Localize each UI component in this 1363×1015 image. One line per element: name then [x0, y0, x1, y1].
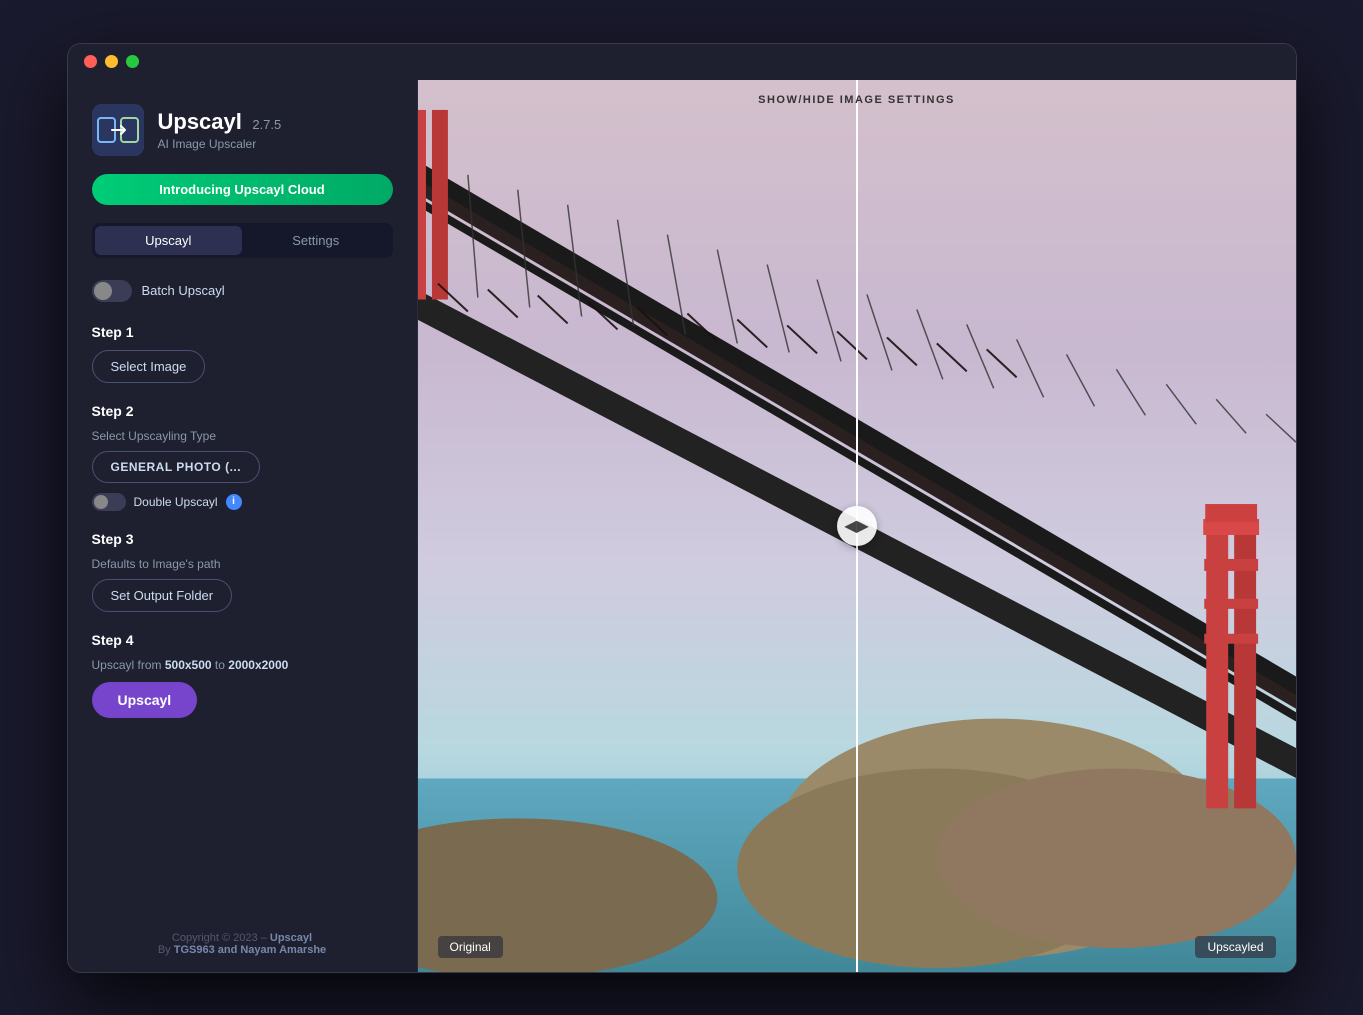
batch-upscayl-toggle[interactable] — [92, 280, 132, 302]
image-compare-container: ◀▶ Original Upscayled — [418, 80, 1296, 972]
traffic-lights — [84, 55, 139, 68]
step3-label: Step 3 — [92, 531, 393, 547]
footer-line2: By TGS963 and Nayam Amarshe — [92, 944, 393, 956]
double-upscayl-row: Double Upscayl i — [92, 493, 393, 511]
sidebar-footer: Copyright © 2023 – Upscayl By TGS963 and… — [92, 916, 393, 956]
label-original: Original — [438, 936, 503, 958]
main-content: SHOW/HIDE IMAGE SETTINGS — [418, 80, 1296, 972]
sidebar: Upscayl 2.7.5 AI Image Upscaler Introduc… — [68, 80, 418, 972]
compare-arrow-icon: ◀▶ — [844, 516, 869, 536]
double-upscayl-label: Double Upscayl — [134, 495, 218, 509]
maximize-button[interactable] — [126, 55, 139, 68]
step1-label: Step 1 — [92, 324, 393, 340]
tab-upscayl[interactable]: Upscayl — [95, 226, 243, 255]
minimize-button[interactable] — [105, 55, 118, 68]
step4-section: Step 4 Upscayl from 500x500 to 2000x2000… — [92, 632, 393, 718]
step3-sublabel: Defaults to Image's path — [92, 557, 393, 571]
show-hide-settings-button[interactable]: SHOW/HIDE IMAGE SETTINGS — [418, 80, 1296, 120]
batch-toggle-row: Batch Upscayl — [92, 280, 393, 302]
step4-description: Upscayl from 500x500 to 2000x2000 — [92, 658, 393, 672]
main-layout: Upscayl 2.7.5 AI Image Upscaler Introduc… — [68, 80, 1296, 972]
step4-label: Step 4 — [92, 632, 393, 648]
step2-label: Step 2 — [92, 403, 393, 419]
step1-section: Step 1 Select Image — [92, 324, 393, 383]
app-header: Upscayl 2.7.5 AI Image Upscaler — [92, 104, 393, 156]
toggle-thumb — [94, 282, 112, 300]
step2-sublabel: Select Upscayling Type — [92, 429, 393, 443]
tab-group: Upscayl Settings — [92, 223, 393, 258]
close-button[interactable] — [84, 55, 97, 68]
double-upscayl-toggle[interactable] — [92, 493, 126, 511]
set-output-folder-button[interactable]: Set Output Folder — [92, 579, 233, 612]
app-logo — [92, 104, 144, 156]
title-bar — [68, 44, 1296, 80]
footer-line1: Copyright © 2023 – Upscayl — [92, 932, 393, 944]
cloud-banner-button[interactable]: Introducing Upscayl Cloud — [92, 174, 393, 205]
app-name: Upscayl 2.7.5 — [158, 109, 282, 135]
label-upscayled: Upscayled — [1195, 936, 1275, 958]
model-select-button[interactable]: GENERAL PHOTO (... — [92, 451, 261, 483]
app-title-group: Upscayl 2.7.5 AI Image Upscaler — [158, 109, 282, 151]
upscayl-button[interactable]: Upscayl — [92, 682, 198, 718]
select-image-button[interactable]: Select Image — [92, 350, 206, 383]
app-window: Upscayl 2.7.5 AI Image Upscaler Introduc… — [67, 43, 1297, 973]
app-subtitle: AI Image Upscaler — [158, 137, 282, 151]
step3-section: Step 3 Defaults to Image's path Set Outp… — [92, 531, 393, 612]
step2-section: Step 2 Select Upscayling Type GENERAL PH… — [92, 403, 393, 511]
toggle-small-thumb — [94, 495, 108, 509]
tab-settings[interactable]: Settings — [242, 226, 390, 255]
double-upscayl-info-icon[interactable]: i — [226, 494, 242, 510]
batch-upscayl-label: Batch Upscayl — [142, 283, 225, 298]
compare-handle[interactable]: ◀▶ — [837, 506, 877, 546]
